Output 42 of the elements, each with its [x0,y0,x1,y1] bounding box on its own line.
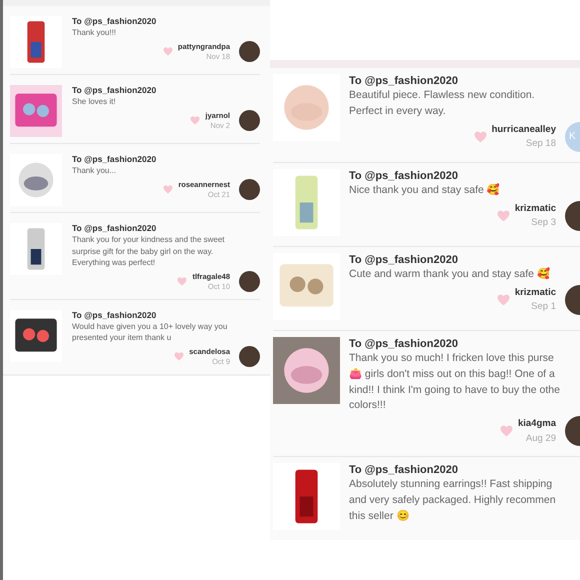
heart-icon[interactable] [500,425,513,438]
avatar[interactable] [239,271,260,292]
recipient-label: To @ps_fashion2020 [349,336,459,352]
review-date: Sep 1 [531,300,556,314]
review-date: Sep 3 [531,216,556,230]
review-date: Aug 29 [526,432,556,445]
review-text: Cute and warm thank you and stay safe 🥰 [349,267,551,282]
username[interactable]: kia4gma [518,417,556,432]
recipient-label: To @ps_fashion2020 [349,252,459,268]
heart-icon[interactable] [190,116,200,126]
avatar[interactable] [239,110,260,132]
recipient-label: To @ps_fashion2020 [72,85,158,96]
recipient-label: To @ps_fashion2020 [349,168,459,184]
heart-icon[interactable] [163,185,174,194]
heart-icon[interactable] [496,294,510,306]
review-text: She loves it! [72,96,117,108]
recipient-label: To @ps_fashion2020 [72,223,158,234]
recipient-label: To @ps_fashion2020 [72,154,158,166]
review-text: Thank you... [72,165,118,177]
review-date: Sep 18 [526,137,556,151]
avatar[interactable] [239,179,260,200]
review-text: Absolutely stunning earrings!! Fast shipping and very safely packaged. Highly recommen this seller 😊 [349,477,557,524]
heart-icon[interactable] [174,352,184,362]
review-text: Nice thank you and stay safe 🥰 [349,183,501,198]
recipient-label: To @ps_fashion2020 [349,463,459,478]
avatar[interactable] [239,41,260,62]
username[interactable]: krizmatic [514,202,556,216]
review-text: Thank you so much! I fricken love this purse 👛 girls don't miss out on this bag!! One of a kind!! I think I'm going to have to buy the othe colors!!! [349,351,561,414]
heart-icon[interactable] [496,210,510,222]
heart-icon[interactable] [162,47,173,56]
review-text: Would have given you a 10+ lovely way you presented your item thank u [72,320,228,344]
avatar[interactable] [239,346,260,368]
recipient-label: To @ps_fashion2020 [349,74,459,88]
recipient-label: To @ps_fashion2020 [72,310,158,321]
review-text: Thank you for your kindness and the sweet surprise gift for the baby girl on the way. Everything was perfect! [72,234,226,269]
review-text: Beautiful piece. Flawless new condition. Perfect in every way. [349,88,536,120]
heart-icon[interactable] [177,277,188,286]
username[interactable]: hurricanealley [492,123,556,138]
recipient-label: To @ps_fashion2020 [72,16,158,28]
username[interactable]: krizmatic [514,286,556,300]
review-text: Thank you!!! [72,27,118,39]
heart-icon[interactable] [474,130,487,143]
